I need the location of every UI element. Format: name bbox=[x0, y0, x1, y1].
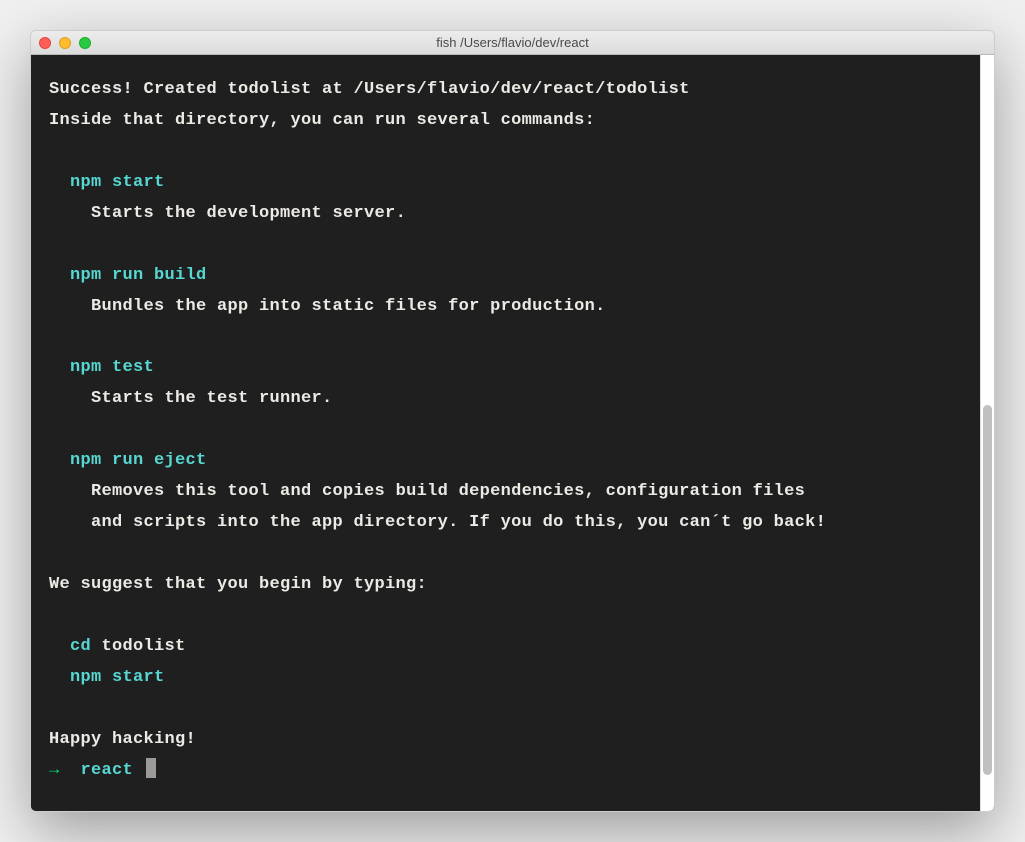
terminal-window: fish /Users/flavio/dev/react Success! Cr… bbox=[30, 30, 995, 812]
start-cmd: npm start bbox=[70, 668, 165, 687]
cd-arg: todolist bbox=[102, 637, 186, 656]
cmd-npm-start: npm start bbox=[70, 173, 165, 192]
prompt-dir: react bbox=[81, 761, 134, 780]
window-title: fish /Users/flavio/dev/react bbox=[31, 35, 994, 50]
desc-npm-eject-a: Removes this tool and copies build depen… bbox=[91, 482, 805, 501]
desc-npm-build: Bundles the app into static files for pr… bbox=[91, 297, 606, 316]
cmd-npm-test: npm test bbox=[70, 358, 154, 377]
scrollbar-thumb[interactable] bbox=[983, 405, 992, 775]
cmd-npm-eject: npm run eject bbox=[70, 451, 207, 470]
terminal-output[interactable]: Success! Created todolist at /Users/flav… bbox=[31, 55, 980, 811]
minimize-icon[interactable] bbox=[59, 37, 71, 49]
window-titlebar[interactable]: fish /Users/flavio/dev/react bbox=[31, 31, 994, 55]
scrollbar-track[interactable] bbox=[980, 55, 994, 811]
terminal-body-wrap: Success! Created todolist at /Users/flav… bbox=[31, 55, 994, 811]
prompt-arrow-icon: → bbox=[49, 761, 60, 780]
happy-text: Happy hacking! bbox=[49, 730, 196, 749]
success-text: Success! Created todolist at /Users/flav… bbox=[49, 80, 690, 99]
traffic-lights bbox=[39, 37, 91, 49]
cd-cmd: cd bbox=[70, 637, 91, 656]
cmd-npm-build: npm run build bbox=[70, 266, 207, 285]
desc-npm-start: Starts the development server. bbox=[91, 204, 406, 223]
cursor-icon bbox=[146, 758, 156, 778]
maximize-icon[interactable] bbox=[79, 37, 91, 49]
suggest-text: We suggest that you begin by typing: bbox=[49, 575, 427, 594]
desc-npm-test: Starts the test runner. bbox=[91, 389, 333, 408]
close-icon[interactable] bbox=[39, 37, 51, 49]
desc-npm-eject-b: and scripts into the app directory. If y… bbox=[91, 513, 826, 532]
inside-text: Inside that directory, you can run sever… bbox=[49, 111, 595, 130]
